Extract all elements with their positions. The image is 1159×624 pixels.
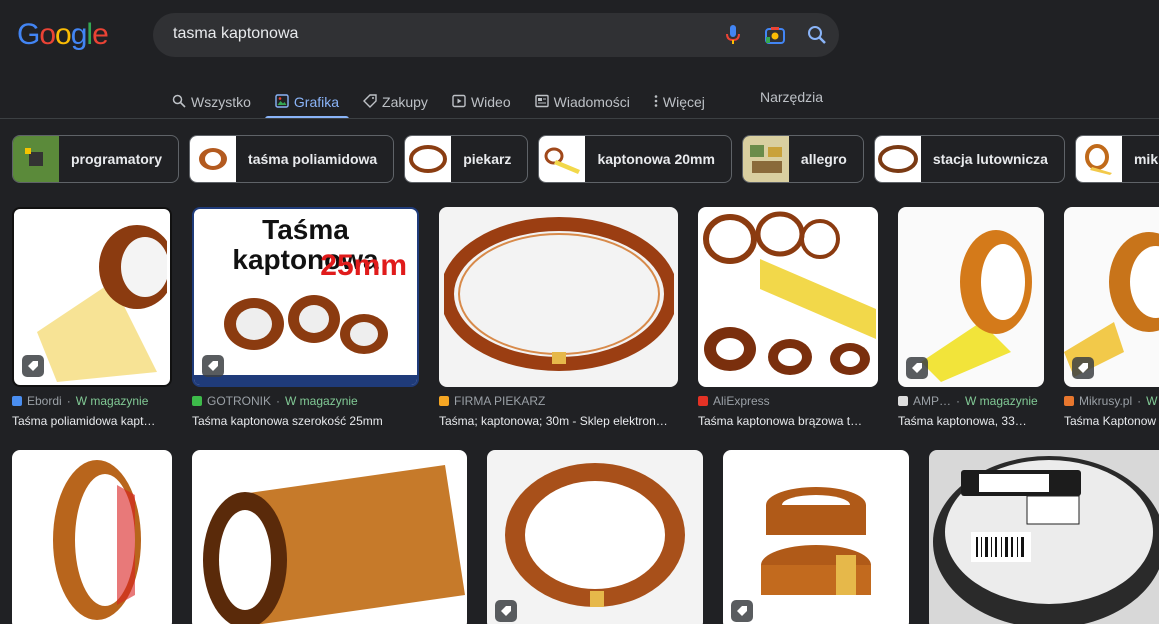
product-tag-icon [1072, 357, 1094, 379]
site-favicon [1064, 396, 1074, 406]
result-title[interactable]: Taśma kaptonowa, 33… [898, 414, 1044, 428]
product-tag-icon [495, 600, 517, 622]
play-icon [452, 94, 466, 110]
result-image[interactable] [1064, 207, 1159, 387]
chip-thumbnail [539, 136, 586, 182]
microphone-icon[interactable] [721, 23, 745, 47]
chip-stacja-lutownicza[interactable]: stacja lutownicza [873, 135, 1065, 183]
tab-wszystko[interactable]: Wszystko [172, 86, 251, 118]
result-source[interactable]: Ebordi · W magazynie [12, 394, 148, 408]
news-icon [534, 94, 549, 110]
search-box[interactable]: tasma kaptonowa [153, 13, 839, 57]
result-image[interactable] [12, 450, 172, 624]
chip-thumbnail [13, 136, 59, 182]
tab-wiecej[interactable]: Więcej [654, 86, 705, 118]
image-result[interactable] [487, 450, 703, 624]
result-source[interactable]: AMP… · W magazynie [898, 394, 1038, 408]
related-chips: programatory taśma poliamidowa piekarz k… [12, 135, 1159, 183]
site-favicon [698, 396, 708, 406]
product-tag-icon [731, 600, 753, 622]
search-icon[interactable] [805, 23, 829, 47]
image-icon [275, 94, 289, 110]
result-title[interactable]: Taśma kaptonowa brązowa t… [698, 414, 868, 428]
result-image[interactable] [439, 207, 678, 387]
tab-grafika[interactable]: Grafika [264, 86, 350, 119]
result-source[interactable]: AliExpress [698, 394, 770, 408]
result-image[interactable] [487, 450, 703, 624]
site-favicon [898, 396, 908, 406]
chip-tasma-poliamidowa[interactable]: taśma poliamidowa [189, 135, 395, 183]
result-title[interactable]: Taśma poliamidowa kapt… [12, 414, 172, 428]
more-vert-icon [654, 94, 658, 110]
search-tabs: Wszystko Grafika Zakupy Wideo Wiadomości… [172, 86, 729, 119]
product-tag-icon [906, 357, 928, 379]
chip-kaptonowa-20mm[interactable]: kaptonowa 20mm [538, 135, 732, 183]
result-source[interactable]: GOTRONIK · W magazynie [192, 394, 358, 408]
site-favicon [439, 396, 449, 406]
site-favicon [12, 396, 22, 406]
result-source[interactable]: FIRMA PIEKARZ [439, 394, 545, 408]
google-images-page: Google tasma kaptonowa Wszystko Grafika [0, 0, 1159, 624]
chip-allegro[interactable]: allegro [741, 135, 864, 183]
tab-wideo[interactable]: Wideo [452, 86, 511, 118]
image-result[interactable] [12, 450, 172, 624]
result-image[interactable] [698, 207, 878, 387]
result-title[interactable]: Taśma; kaptonowa; 30m - Sklep elektron… [439, 414, 678, 428]
product-tag-icon [202, 355, 224, 377]
search-icon [172, 94, 186, 110]
tools-button[interactable]: Narzędzia [760, 89, 823, 105]
image-result[interactable]: FIRMA PIEKARZ Taśma; kaptonowa; 30m - Sk… [439, 207, 678, 437]
search-input[interactable]: tasma kaptonowa [173, 25, 298, 43]
result-image[interactable] [929, 450, 1159, 624]
google-logo[interactable]: Google [17, 18, 109, 52]
image-result[interactable] [929, 450, 1159, 624]
camera-lens-icon[interactable] [763, 23, 787, 47]
chip-piekarz[interactable]: piekarz [404, 135, 529, 183]
result-image[interactable] [723, 450, 909, 624]
tab-wiadomosci[interactable]: Wiadomości [534, 86, 630, 118]
tag-icon [363, 94, 377, 110]
image-result[interactable]: AMP… · W magazynie Taśma kaptonowa, 33… [898, 207, 1044, 437]
chip-mikrusy[interactable]: mikrusy [1074, 135, 1159, 183]
chip-thumbnail [742, 136, 789, 182]
result-image[interactable]: Taśma kaptonowa 25mm [192, 207, 419, 387]
image-result[interactable]: Ebordi · W magazynie Taśma poliamidowa k… [12, 207, 172, 437]
site-favicon [192, 396, 202, 406]
tab-zakupy[interactable]: Zakupy [363, 86, 428, 118]
result-title[interactable]: Taśma Kaptonow [1064, 414, 1159, 428]
chip-thumbnail [405, 136, 452, 182]
image-overlay-size: 25mm [320, 249, 407, 282]
image-result[interactable]: Mikrusy.pl · W Taśma Kaptonow [1064, 207, 1159, 437]
product-tag-icon [22, 355, 44, 377]
image-result[interactable]: AliExpress Taśma kaptonowa brązowa t… [698, 207, 878, 437]
result-title[interactable]: Taśma kaptonowa szerokość 25mm [192, 414, 419, 428]
chip-thumbnail [1075, 136, 1122, 182]
image-result[interactable] [723, 450, 909, 624]
result-image[interactable] [898, 207, 1044, 387]
header-divider [0, 118, 1159, 119]
chip-programatory[interactable]: programatory [12, 135, 180, 183]
result-image[interactable] [12, 207, 172, 387]
chip-thumbnail [190, 136, 237, 182]
result-source[interactable]: Mikrusy.pl · W [1064, 394, 1157, 408]
chip-thumbnail [874, 136, 921, 182]
image-result[interactable] [192, 450, 467, 624]
image-result[interactable]: Taśma kaptonowa 25mm GOTRONIK · W magazy… [192, 207, 419, 437]
result-image[interactable] [192, 450, 467, 624]
